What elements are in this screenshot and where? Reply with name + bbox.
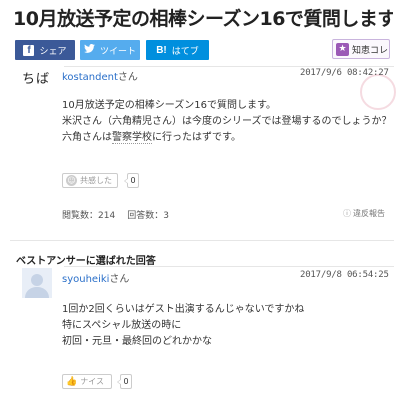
answer-author-honorific: さん [109,274,130,285]
answer-body-line-1: 1回か2回くらいはゲスト出演するんじゃないですかね [62,304,305,315]
answer-count: 回答数：3 [127,211,169,221]
default-avatar-icon [22,268,52,298]
hatena-icon: B! [156,44,167,56]
twitter-share-button[interactable]: ツイート [80,40,140,60]
hatena-bookmark-button[interactable]: B! はてブ [146,40,209,60]
stamp-decoration [360,74,396,110]
twitter-share-label: ツイート [99,46,136,57]
user-badge: ちば [22,72,51,87]
question-separator [64,66,394,67]
facebook-share-label: シェア [39,46,67,57]
avatar [22,268,52,298]
facebook-share-button[interactable]: f シェア [15,40,75,60]
nice-label: ナイス [80,377,104,386]
twitter-bird-icon [84,44,95,56]
empathy-count: 0 [124,173,139,188]
question-body-text: 六角さんは [62,132,112,143]
question-date: 2017/9/6 08:42:27 [300,68,389,78]
report-label: 違反報告 [353,209,385,218]
hatena-label: はてブ [171,46,199,57]
question-author: kostandentさん [62,68,138,83]
answer-separator [64,266,394,267]
best-answer-heading: ベストアンサーに選ばれた回答 [16,256,156,267]
chie-kore-button[interactable]: ★ 知恵コレ [332,39,390,59]
report-link[interactable]: ⓘ 違反報告 [343,208,385,219]
empathy-label: 共感した [80,176,112,185]
question-body-text: に行ったはずです。 [152,132,241,143]
question-title: 10月放送予定の相棒シーズン16で質問します… [13,8,393,30]
chie-kore-label: 知恵コレ [352,45,389,56]
answer-body-line-3: 初回・元旦・最終回のどれかかな [62,336,212,347]
question-body-line-3: 六角さんは警察学校に行ったはずです。 [62,130,241,145]
answer-body-line-2: 特にスペシャル放送の時に [62,320,182,331]
keyword-link[interactable]: 警察学校 [112,132,152,144]
view-count: 閲覧数：214 [62,211,116,221]
answer-author-link[interactable]: syouheiki [62,274,109,285]
info-icon: ⓘ [343,209,351,218]
nice-button[interactable]: 👍 ナイス [62,374,112,389]
thumbs-up-icon: 👍 [66,376,78,387]
section-divider [10,240,394,241]
question-stats: 閲覧数：214 回答数：3 [62,208,169,221]
nice-count: 0 [117,374,132,389]
empathy-button[interactable]: ☺ 共感した [62,173,118,188]
question-body-line-2: 米沢さん（六角精児さん）は今度のシリーズでは登場するのでしょうか？ [62,116,392,127]
question-author-honorific: さん [117,72,138,83]
answer-date: 2017/9/8 06:54:25 [300,270,389,280]
question-body-line-1: 10月放送予定の相棒シーズン16で質問します。 [62,100,276,111]
answer-author: syouheikiさん [62,270,129,285]
question-author-link[interactable]: kostandent [62,72,118,83]
star-icon: ★ [336,42,349,56]
smile-icon: ☺ [66,175,77,186]
facebook-icon: f [23,44,35,56]
